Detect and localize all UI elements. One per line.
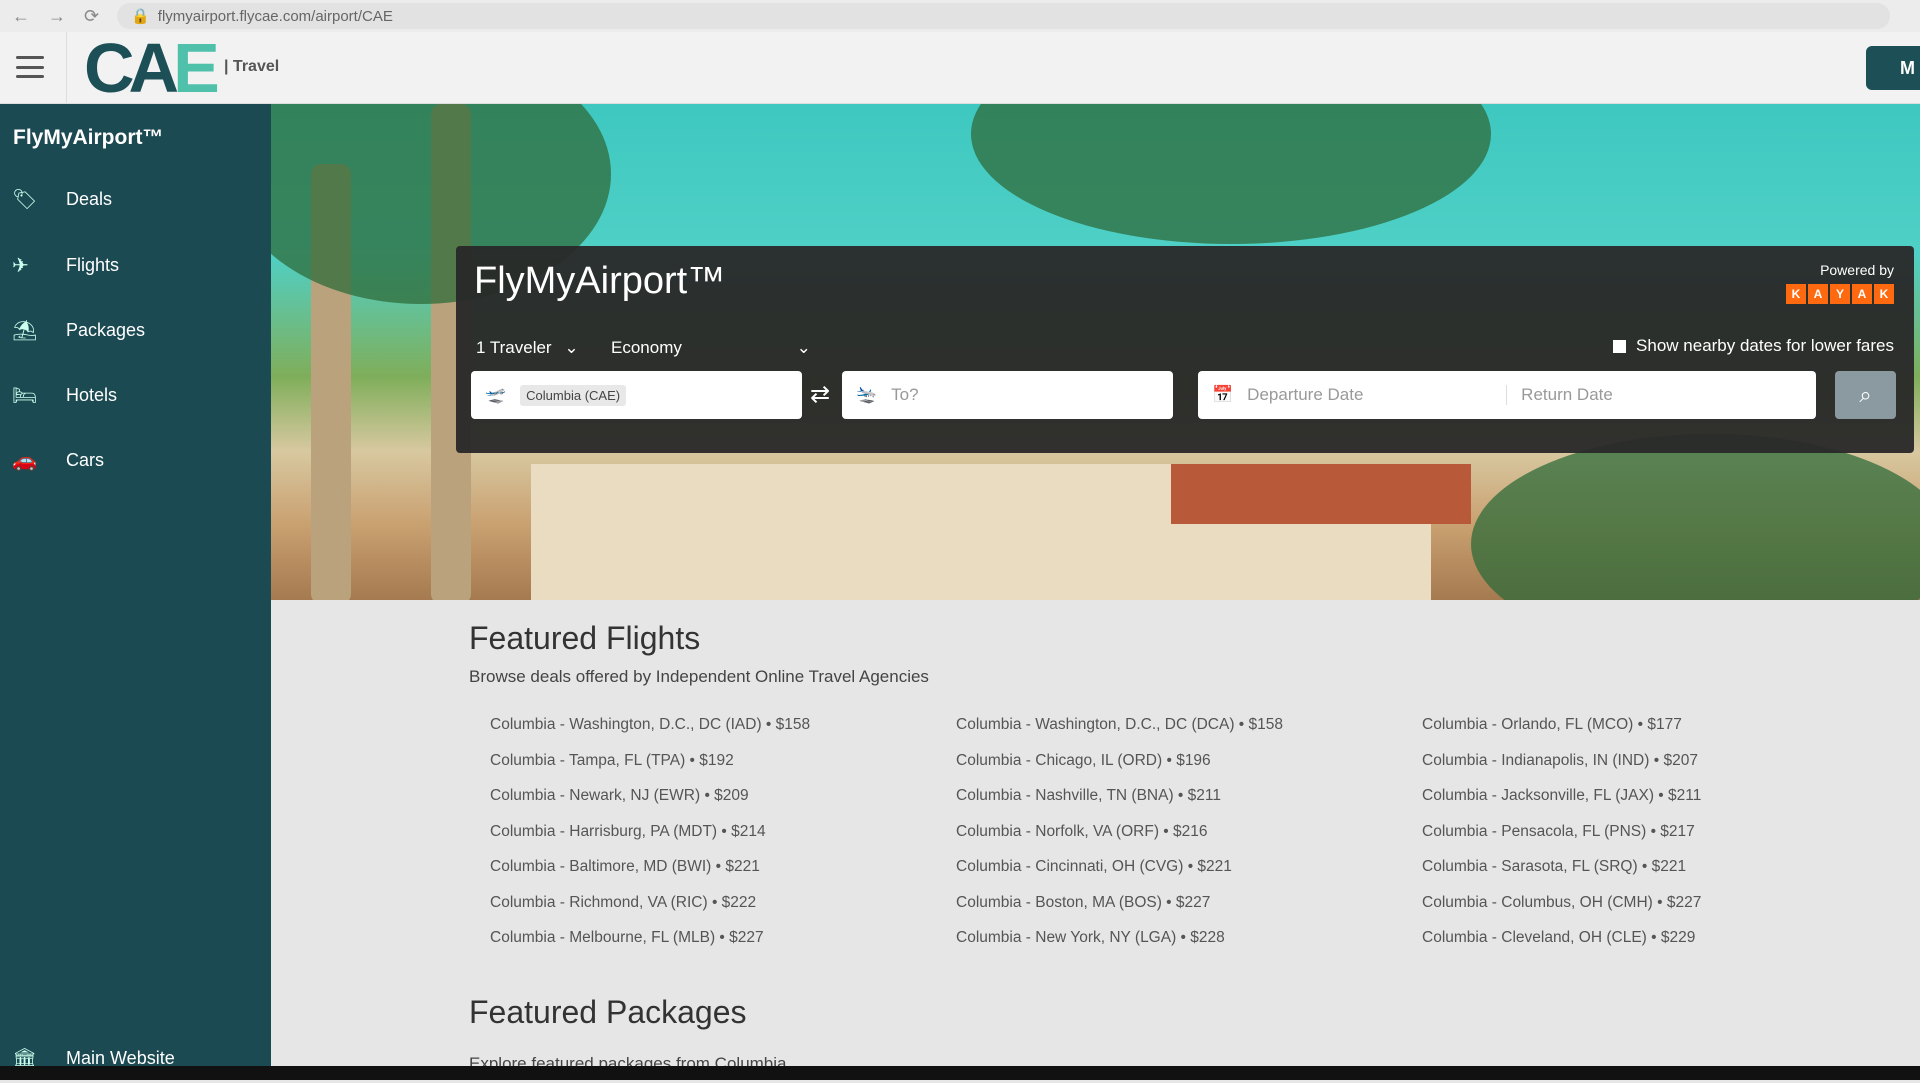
nearby-dates-checkbox[interactable]: Show nearby dates for lower fares bbox=[1613, 336, 1894, 356]
flight-deal-link[interactable]: Columbia - Washington, D.C., DC (DCA) • … bbox=[956, 716, 1283, 734]
beach-umbrella-icon: ⛱ bbox=[12, 319, 38, 342]
takeoff-icon: 🛫 bbox=[485, 385, 507, 404]
search-icon: ⌕ bbox=[1859, 382, 1872, 407]
chevron-down-icon: ⌄ bbox=[564, 338, 579, 357]
checkbox[interactable] bbox=[1613, 339, 1627, 353]
browser-bar: ← → ⟳ 🔒 flymyairport.flycae.com/airport/C… bbox=[0, 0, 1920, 32]
sidebar-item-label: Flights bbox=[66, 254, 120, 275]
flight-deal-link[interactable]: Columbia - Cincinnati, OH (CVG) • $221 bbox=[956, 858, 1232, 876]
menu-icon[interactable] bbox=[16, 56, 44, 78]
divider bbox=[66, 32, 67, 104]
calendar-icon: 📅 bbox=[1212, 385, 1234, 404]
flight-deal-link[interactable]: Columbia - Chicago, IL (ORD) • $196 bbox=[956, 752, 1211, 770]
to-field[interactable]: 🛬 To? bbox=[842, 371, 1173, 419]
return-date-input[interactable]: Return Date bbox=[1521, 385, 1613, 405]
plane-icon: ✈ bbox=[12, 254, 29, 277]
sidebar-item-packages[interactable]: ⛱ Packages bbox=[0, 305, 271, 355]
from-field[interactable]: 🛫 Columbia (CAE) bbox=[471, 371, 802, 419]
sidebar-item-label: Cars bbox=[66, 449, 105, 470]
from-chip[interactable]: Columbia (CAE) bbox=[520, 384, 627, 406]
flight-deal-link[interactable]: Columbia - Norfolk, VA (ORF) • $216 bbox=[956, 823, 1208, 841]
flight-deal-link[interactable]: Columbia - Cleveland, OH (CLE) • $229 bbox=[1422, 929, 1695, 947]
sidebar-item-flights[interactable]: ✈ Flights bbox=[0, 240, 271, 290]
cae-logo[interactable]: CAE bbox=[84, 33, 220, 103]
flight-deal-link[interactable]: Columbia - Richmond, VA (RIC) • $222 bbox=[490, 894, 756, 912]
kayak-logo: KAYAK bbox=[1786, 284, 1894, 304]
sidebar-item-label: Packages bbox=[66, 319, 146, 340]
featured-flights-subtitle: Browse deals offered by Independent Onli… bbox=[469, 667, 929, 686]
date-field[interactable]: 📅 Departure Date Return Date bbox=[1198, 371, 1816, 419]
swap-icon[interactable]: ⇄ bbox=[810, 380, 830, 409]
sidebar-item-label: Hotels bbox=[66, 384, 118, 405]
nearby-dates-label: Show nearby dates for lower fares bbox=[1636, 336, 1894, 355]
bottom-bar bbox=[0, 1066, 1920, 1080]
sidebar-item-hotels[interactable]: 🛏 Hotels bbox=[0, 370, 271, 420]
sidebar-item-label: Deals bbox=[66, 188, 113, 209]
tag-icon: 🏷 bbox=[12, 188, 38, 211]
flight-deal-link[interactable]: Columbia - Jacksonville, FL (JAX) • $211 bbox=[1422, 787, 1701, 805]
flight-deal-link[interactable]: Columbia - New York, NY (LGA) • $228 bbox=[956, 929, 1225, 947]
flight-deal-link[interactable]: Columbia - Newark, NJ (EWR) • $209 bbox=[490, 787, 749, 805]
flight-deal-link[interactable]: Columbia - Melbourne, FL (MLB) • $227 bbox=[490, 929, 764, 947]
flight-deal-link[interactable]: Columbia - Columbus, OH (CMH) • $227 bbox=[1422, 894, 1701, 912]
landing-icon: 🛬 bbox=[856, 385, 878, 404]
forward-icon[interactable]: → bbox=[48, 6, 66, 27]
flight-deal-link[interactable]: Columbia - Nashville, TN (BNA) • $211 bbox=[956, 787, 1221, 805]
lock-icon: 🔒 bbox=[131, 8, 150, 25]
reload-icon[interactable]: ⟳ bbox=[84, 6, 99, 27]
url-text: flymyairport.flycae.com/airport/CAE bbox=[157, 7, 393, 25]
cabin-select[interactable]: Economy ⌄ bbox=[611, 338, 811, 358]
header-button[interactable]: M bbox=[1866, 46, 1920, 90]
car-icon: 🚗 bbox=[12, 449, 37, 472]
sidebar-item-cars[interactable]: 🚗 Cars bbox=[0, 435, 271, 485]
sidebar-item-deals[interactable]: 🏷 Deals bbox=[0, 174, 271, 224]
flight-deal-link[interactable]: Columbia - Pensacola, FL (PNS) • $217 bbox=[1422, 823, 1695, 841]
palm-leaves bbox=[1471, 434, 1920, 600]
section-label: | Travel bbox=[224, 58, 280, 75]
sidebar: FlyMyAirport™ 🏷 Deals ✈ Flights ⛱ Packages … bbox=[0, 104, 271, 1070]
flight-deal-link[interactable]: Columbia - Sarasota, FL (SRQ) • $221 bbox=[1422, 858, 1686, 876]
travelers-select[interactable]: 1 Traveler ⌄ bbox=[476, 338, 579, 358]
flight-deal-link[interactable]: Columbia - Baltimore, MD (BWI) • $221 bbox=[490, 858, 760, 876]
featured-flights-title: Featured Flights bbox=[469, 620, 701, 656]
chevron-down-icon: ⌄ bbox=[796, 338, 811, 357]
flight-search-panel: FlyMyAirport™ Powered by KAYAK 1 Travele… bbox=[456, 246, 1914, 453]
to-placeholder: To? bbox=[891, 385, 919, 404]
flight-deal-link[interactable]: Columbia - Boston, MA (BOS) • $227 bbox=[956, 894, 1210, 912]
powered-by-label: Powered by bbox=[1820, 262, 1894, 278]
flight-deal-link[interactable]: Columbia - Indianapolis, IN (IND) • $207 bbox=[1422, 752, 1698, 770]
flight-deal-link[interactable]: Columbia - Washington, D.C., DC (IAD) • … bbox=[490, 716, 810, 734]
search-button[interactable]: ⌕ bbox=[1835, 371, 1896, 419]
bed-icon: 🛏 bbox=[12, 384, 38, 407]
flight-deal-link[interactable]: Columbia - Harrisburg, PA (MDT) • $214 bbox=[490, 823, 766, 841]
featured-packages-title: Featured Packages bbox=[469, 994, 747, 1030]
sidebar-brand: FlyMyAirport™ bbox=[13, 126, 164, 149]
powered-by: Powered by KAYAK bbox=[1786, 262, 1894, 304]
flight-deal-link[interactable]: Columbia - Orlando, FL (MCO) • $177 bbox=[1422, 716, 1682, 734]
site-header: CAE | Travel M bbox=[0, 32, 1920, 104]
palm-leaves bbox=[971, 104, 1491, 244]
roof bbox=[1171, 464, 1471, 524]
address-bar[interactable]: 🔒 flymyairport.flycae.com/airport/CAE bbox=[117, 3, 1890, 29]
main-content: Featured Flights Browse deals offered by… bbox=[469, 600, 1909, 1073]
search-title: FlyMyAirport™ bbox=[474, 260, 726, 302]
back-icon[interactable]: ← bbox=[12, 6, 30, 27]
departure-date-input[interactable]: Departure Date bbox=[1247, 385, 1508, 405]
flight-deal-link[interactable]: Columbia - Tampa, FL (TPA) • $192 bbox=[490, 752, 734, 770]
